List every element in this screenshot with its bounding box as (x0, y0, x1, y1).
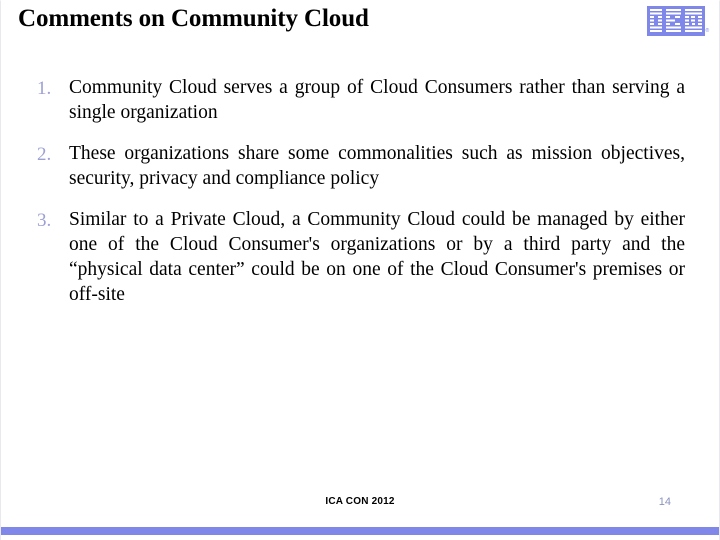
ibm-logo: ® (647, 6, 711, 36)
list-item-marker: 2. (37, 144, 52, 165)
footer-accent-bar (1, 527, 719, 535)
list-item: 3. Similar to a Private Cloud, a Communi… (37, 207, 685, 307)
page-title: Comments on Community Cloud (18, 5, 369, 32)
list-item-text: Community Cloud serves a group of Cloud … (69, 77, 685, 123)
registered-trademark-icon: ® (706, 27, 710, 34)
list-item-marker: 3. (37, 210, 52, 231)
page-number: 14 (658, 496, 671, 508)
list-item: 1. Community Cloud serves a group of Clo… (37, 75, 685, 125)
bullet-list: 1. Community Cloud serves a group of Clo… (37, 75, 685, 307)
list-item-text: Similar to a Private Cloud, a Community … (69, 209, 685, 305)
list-item: 2. These organizations share some common… (37, 141, 685, 191)
title-area: Comments on Community Cloud (18, 4, 618, 38)
footer-conference-label: ICA CON 2012 (325, 496, 395, 507)
list-item-text: These organizations share some commonali… (69, 143, 685, 189)
slide: Comments on Community Cloud ® 1. Communi… (0, 0, 720, 540)
list-item-marker: 1. (37, 78, 52, 99)
